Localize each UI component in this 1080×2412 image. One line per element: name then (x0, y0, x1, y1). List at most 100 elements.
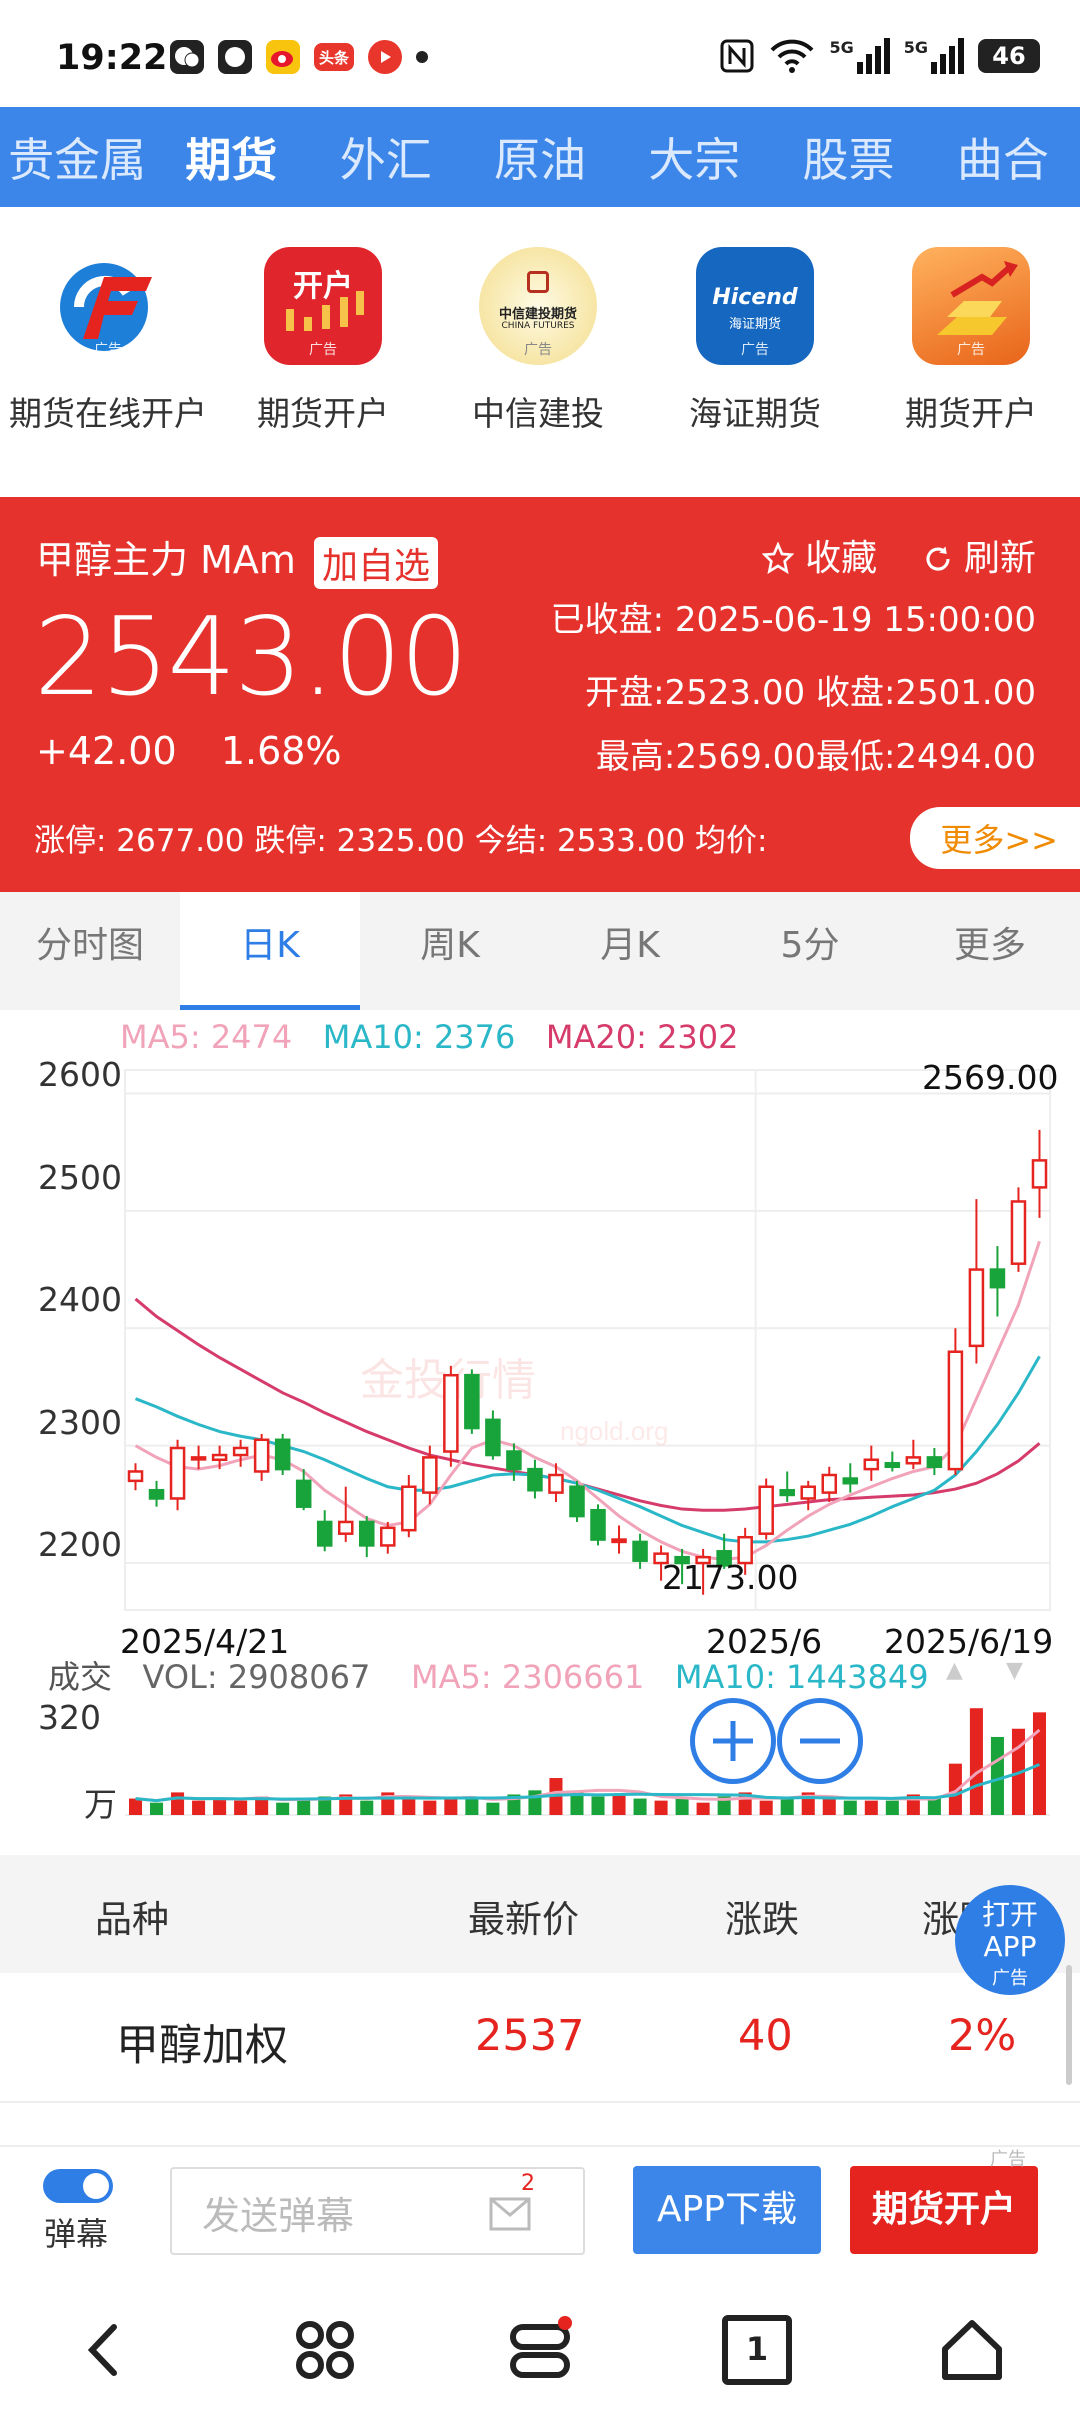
ma5-line (134, 1240, 1041, 1562)
nav-item-precious-metals[interactable]: 贵金属 (0, 124, 154, 190)
vol-scroll-up-icon[interactable]: ▲ (946, 1658, 963, 1683)
refresh-button[interactable]: 刷新 (923, 538, 1036, 579)
signal-icon-1: 5G (829, 38, 890, 74)
citic-logo-icon: 中信建投期货 CHINA FUTURES 广告 (479, 247, 597, 365)
nav-item-futures[interactable]: 期货 (154, 124, 308, 190)
instrument-name: 甲醇主力 MAm 加自选 (36, 529, 438, 589)
volume-bar (927, 1798, 941, 1815)
candle (274, 1433, 291, 1475)
candle (884, 1451, 901, 1472)
min-price-label: 2173.00 (662, 1558, 799, 1597)
candle (358, 1516, 375, 1558)
market-status: 已收盘: 2025-06-19 15:00:00 (550, 600, 1036, 640)
volume-bar (759, 1800, 773, 1815)
volume-bar (654, 1800, 668, 1815)
tab-5min[interactable]: 5分 (720, 892, 900, 1010)
zoom-out-button[interactable] (777, 1698, 863, 1784)
tab-weekly-k[interactable]: 周K (360, 892, 540, 1010)
tab-more[interactable]: 更多 (900, 892, 1080, 1010)
danmu-label: 弹幕 (44, 2215, 109, 2253)
apps-icon[interactable] (290, 2315, 360, 2385)
star-icon (761, 541, 794, 575)
tab-intraday[interactable]: 分时图 (0, 892, 180, 1010)
kline-chart[interactable]: MA5: 2474 MA10: 2376 MA20: 2302 金投行情 ngo… (0, 1010, 1080, 1850)
volume-bar (633, 1798, 647, 1815)
candle (127, 1463, 144, 1491)
nav-item-forex[interactable]: 外汇 (309, 124, 463, 190)
row-name: 甲醇加权 (116, 2021, 288, 2071)
volume-bar (150, 1802, 164, 1815)
ad-item-futures-account-2[interactable]: 广告 期货开户 (866, 247, 1076, 435)
ad-item-citic[interactable]: 中信建投期货 CHINA FUTURES 广告 中信建投 (433, 247, 643, 435)
app-icon (218, 40, 252, 74)
scrollbar[interactable] (1066, 1965, 1072, 2085)
candle (842, 1463, 859, 1493)
volume-bar (591, 1796, 605, 1815)
nav-item-commodities[interactable]: 大宗 (617, 124, 771, 190)
status-bar: 19:22 头条 5G 5G 46 (0, 0, 1080, 107)
y-tick-2400: 2400 (38, 1280, 122, 1319)
candle (926, 1448, 943, 1475)
back-icon[interactable] (72, 2315, 142, 2385)
volume-bar (402, 1798, 416, 1815)
home-icon[interactable] (937, 2315, 1007, 2385)
candle (758, 1478, 774, 1540)
y-tick-2500: 2500 (38, 1158, 122, 1197)
more-details-button[interactable]: 更多>> (910, 807, 1080, 869)
ad-carousel: 广告 期货在线开户 开户 广告 期货开户 中信建投期货 CHINA FUTURE… (0, 207, 1080, 670)
volume-bar (969, 1708, 983, 1815)
zoom-in-button[interactable] (690, 1698, 776, 1784)
hicend-logo-icon: Hicend 海证期货 广告 (696, 247, 814, 365)
candle (485, 1410, 501, 1460)
favorite-button[interactable]: 收藏 (761, 538, 889, 579)
volume-ma5-line (135, 1728, 1041, 1803)
volume-bar (360, 1800, 374, 1815)
danmu-toggle[interactable] (43, 2169, 113, 2203)
nav-item-stocks[interactable]: 股票 (771, 124, 925, 190)
danmu-bar: 弹幕 发送弹幕 2 APP下载 期货开户 广告 (0, 2145, 1080, 2270)
tab-daily-k[interactable]: 日K (180, 892, 360, 1010)
danmu-input[interactable]: 发送弹幕 2 (170, 2167, 585, 2255)
table-row[interactable]: 甲醇加权 2537 40 2% (0, 1965, 1080, 2103)
tabs-button[interactable]: 1 (722, 2315, 792, 2385)
logo-f-icon: 广告 (49, 247, 167, 365)
ad-item-hicend[interactable]: Hicend 海证期货 广告 海证期货 (650, 247, 860, 435)
candle (800, 1480, 817, 1511)
futures-open-button[interactable]: 期货开户 (850, 2166, 1038, 2254)
volume-legend: 成交 VOL: 2908067 MA5: 2306661 MA10: 14438… (48, 1658, 929, 1696)
candle (253, 1433, 270, 1481)
volume-bar (213, 1798, 227, 1815)
volume-bar (675, 1798, 689, 1815)
ma10-line (134, 1355, 1041, 1544)
quote-panel: 甲醇主力 MAm 加自选 收藏 刷新 2543.00 +42.00 1.68% … (0, 497, 1080, 892)
gold-bars-icon: 广告 (912, 247, 1030, 365)
wifi-icon (771, 39, 814, 73)
quote-actions: 收藏 刷新 (761, 529, 1036, 581)
candle (316, 1510, 333, 1552)
row-change: 40 (738, 2011, 793, 2061)
ad-item-online-account[interactable]: 广告 期货在线开户 (3, 247, 213, 435)
candle (527, 1459, 543, 1499)
volume-bar (486, 1802, 500, 1815)
volume-bar (297, 1798, 311, 1815)
vol-scroll-down-icon[interactable]: ▼ (1006, 1658, 1023, 1683)
menu-icon[interactable] (505, 2315, 575, 2385)
max-price-label: 2569.00 (922, 1058, 1059, 1097)
volume-bar (864, 1800, 878, 1815)
candle (821, 1466, 838, 1502)
message-count-badge: 2 (521, 2171, 535, 2196)
volume-bar (822, 1798, 836, 1815)
candle (569, 1480, 585, 1522)
header-last-price: 最新价 (468, 1898, 579, 1941)
tab-monthly-k[interactable]: 月K (540, 892, 720, 1010)
add-watchlist-button[interactable]: 加自选 (313, 536, 438, 589)
nfc-icon (720, 39, 754, 73)
ad-item-futures-account[interactable]: 开户 广告 期货开户 (218, 247, 428, 435)
nav-item-crude-oil[interactable]: 原油 (463, 124, 617, 190)
open-app-button[interactable]: 打开 APP 广告 (955, 1885, 1065, 1995)
more-dot-icon (416, 51, 428, 63)
price-plot: 金投行情 ngold.org (124, 1069, 1051, 1816)
candle (1031, 1129, 1048, 1218)
nav-item-more[interactable]: 曲合 (926, 124, 1080, 190)
app-download-button[interactable]: APP下载 (633, 2166, 821, 2254)
